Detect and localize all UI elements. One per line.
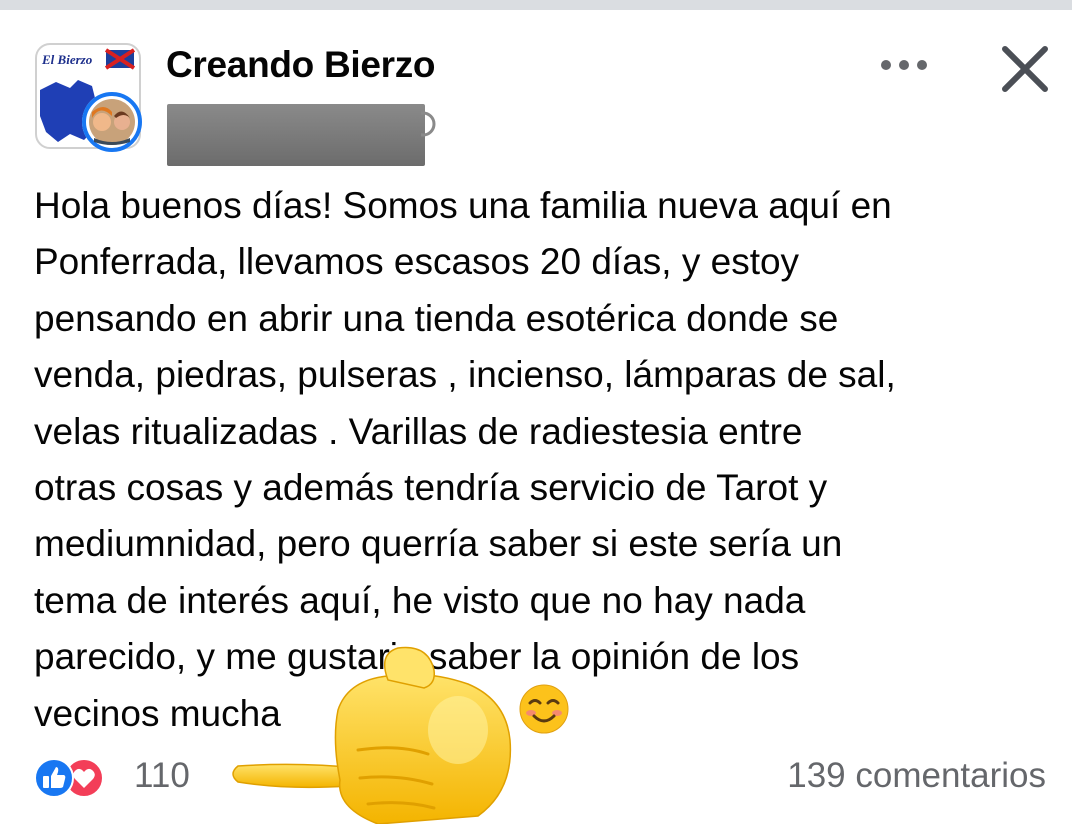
redacted-author-info — [167, 104, 425, 166]
comment-count[interactable]: 139 comentarios — [787, 756, 1046, 796]
like-icon — [34, 758, 74, 798]
top-divider — [0, 0, 1072, 10]
reaction-count: 110 — [134, 756, 190, 795]
group-avatar[interactable]: El Bierzo — [34, 42, 152, 154]
close-icon — [1002, 46, 1048, 92]
globe-icon — [410, 110, 437, 145]
more-dots-icon — [881, 60, 927, 70]
avatar-logo-text: El Bierzo — [41, 52, 93, 67]
pointing-hand-emoji — [228, 640, 528, 825]
close-button[interactable] — [996, 40, 1054, 98]
post-text: Hola buenos días! Somos una familia nuev… — [34, 185, 896, 734]
more-options-button[interactable] — [872, 50, 936, 80]
group-name[interactable]: Creando Bierzo — [166, 44, 436, 86]
